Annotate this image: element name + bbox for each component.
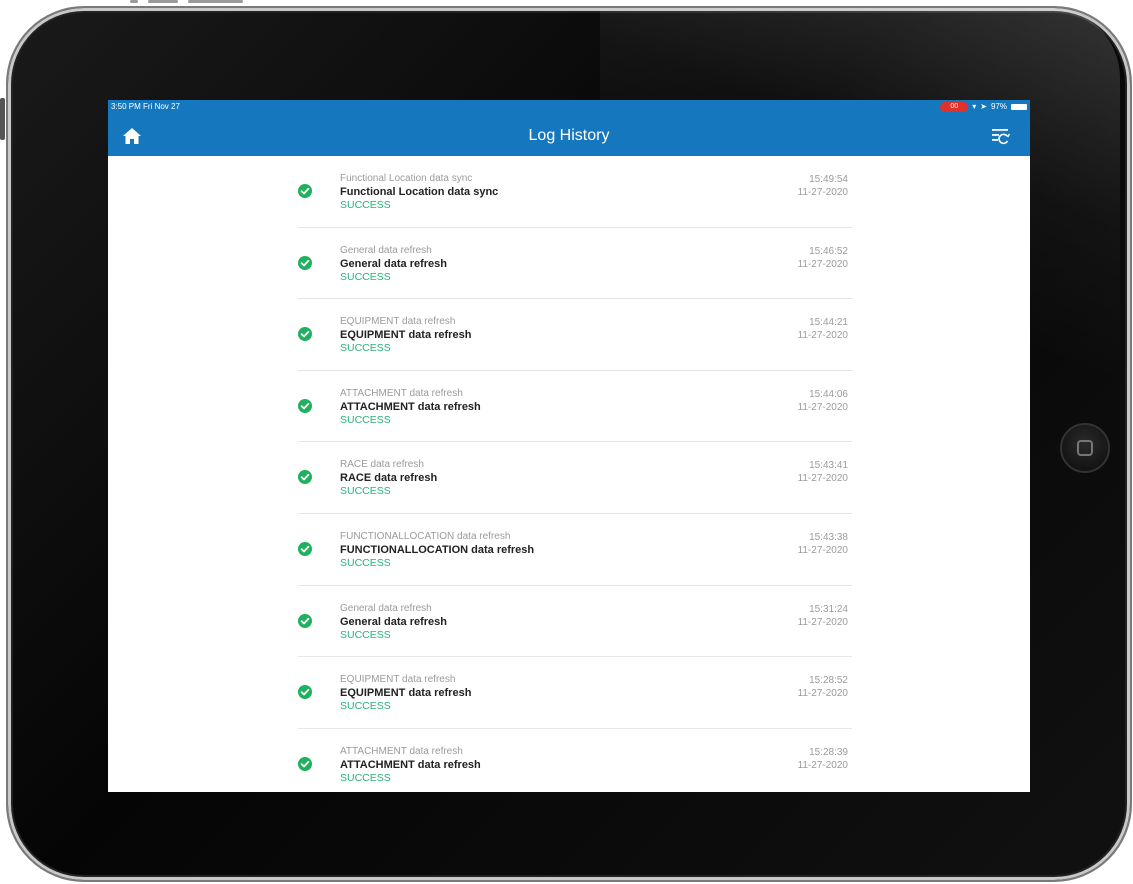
status-time: 3:50 PM Fri Nov 27 (111, 102, 180, 111)
log-entry[interactable]: ATTACHMENT data refresh ATTACHMENT data r… (298, 729, 852, 792)
log-timestamp: 15:43:38 11-27-2020 (798, 531, 848, 557)
success-check-icon (298, 184, 312, 198)
log-date: 11-27-2020 (797, 616, 848, 628)
status-indicators: 00 ▾ ➤ 97% (940, 101, 1027, 112)
log-title: ATTACHMENT data refresh (340, 400, 481, 413)
success-check-icon (298, 255, 312, 270)
log-entry[interactable]: EQUIPMENT data refresh EQUIPMENT data ref… (298, 299, 852, 371)
log-date: 11-27-2020 (797, 544, 848, 556)
log-subtitle: General data refresh (340, 602, 432, 614)
success-check-icon (298, 685, 312, 700)
log-date: 11-27-2020 (797, 688, 848, 700)
log-time: 15:28:52 (809, 675, 848, 687)
log-subtitle: Functional Location data sync (340, 173, 473, 184)
log-time: 15:44:06 (809, 388, 848, 400)
log-status: SUCCESS (340, 700, 391, 713)
wifi-icon: ▾ (972, 102, 977, 111)
log-timestamp: 15:49:54 11-27-2020 (798, 173, 848, 199)
log-texts: FUNCTIONALLOCATION data refresh FUNCTIONA… (340, 531, 534, 569)
log-subtitle: RACE data refresh (340, 459, 424, 471)
log-date: 11-27-2020 (797, 258, 848, 270)
volume-buttons (130, 0, 260, 8)
log-title: General data refresh (340, 257, 447, 270)
log-title: General data refresh (340, 615, 447, 628)
log-texts: ATTACHMENT data refresh ATTACHMENT data r… (340, 746, 481, 784)
success-check-icon (298, 756, 312, 771)
log-date: 11-27-2020 (797, 187, 848, 198)
log-subtitle: ATTACHMENT data refresh (340, 387, 463, 399)
log-timestamp: 15:31:24 11-27-2020 (798, 603, 848, 629)
log-texts: RACE data refresh RACE data refresh SUCCES… (340, 459, 437, 497)
log-time: 15:43:41 (809, 460, 848, 472)
log-timestamp: 15:28:39 11-27-2020 (798, 746, 848, 772)
log-timestamp: 15:44:06 11-27-2020 (798, 388, 848, 414)
recording-indicator: 00 (940, 101, 969, 112)
log-date: 11-27-2020 (797, 401, 848, 413)
log-timestamp: 15:43:41 11-27-2020 (798, 459, 848, 485)
log-date: 11-27-2020 (797, 330, 848, 342)
log-status: SUCCESS (340, 628, 391, 641)
log-date: 11-27-2020 (797, 759, 848, 771)
log-timestamp: 15:44:21 11-27-2020 (798, 316, 848, 342)
log-subtitle: General data refresh (340, 244, 432, 256)
success-check-icon (298, 327, 312, 342)
log-subtitle: FUNCTIONALLOCATION data refresh (340, 530, 511, 542)
log-title: EQUIPMENT data refresh (340, 687, 472, 700)
log-status: SUCCESS (340, 556, 391, 569)
hardware-home-button[interactable] (1060, 423, 1110, 473)
sync-filter-icon[interactable] (990, 125, 1012, 147)
log-texts: EQUIPMENT data refresh EQUIPMENT data ref… (340, 674, 471, 712)
status-bar: 3:50 PM Fri Nov 27 00 ▾ ➤ 97% (108, 100, 1030, 113)
log-status: SUCCESS (340, 342, 391, 355)
log-title: EQUIPMENT data refresh (340, 329, 472, 342)
log-time: 15:46:52 (809, 245, 848, 257)
log-texts: EQUIPMENT data refresh EQUIPMENT data ref… (340, 316, 471, 354)
log-time: 15:44:21 (809, 317, 848, 329)
log-title: FUNCTIONALLOCATION data refresh (340, 543, 535, 556)
battery-icon (1011, 103, 1027, 110)
log-entry[interactable]: General data refresh General data refresh… (298, 586, 852, 658)
log-entry[interactable]: RACE data refresh RACE data refresh SUCCES… (298, 442, 852, 514)
success-check-icon (298, 398, 312, 413)
log-timestamp: 15:28:52 11-27-2020 (798, 674, 848, 700)
log-timestamp: 15:46:52 11-27-2020 (798, 245, 848, 271)
location-icon: ➤ (980, 102, 987, 111)
log-status: SUCCESS (340, 485, 391, 498)
log-time: 15:28:39 (809, 746, 848, 758)
app-screen: 3:50 PM Fri Nov 27 00 ▾ ➤ 97% Log Histor… (108, 100, 1030, 792)
success-check-icon (298, 470, 312, 485)
log-texts: Functional Location data sync Functional … (340, 173, 498, 211)
log-date: 11-27-2020 (797, 473, 848, 485)
log-status: SUCCESS (340, 771, 391, 784)
log-subtitle: EQUIPMENT data refresh (340, 674, 456, 686)
log-entry[interactable]: General data refresh General data refresh… (298, 228, 852, 300)
log-texts: General data refresh General data refresh… (340, 603, 447, 641)
log-entry[interactable]: ATTACHMENT data refresh ATTACHMENT data r… (298, 371, 852, 443)
success-check-icon (298, 541, 312, 556)
log-entry[interactable]: Functional Location data sync Functional … (298, 156, 852, 228)
log-title: Functional Location data sync (340, 186, 499, 198)
side-switch (0, 98, 5, 140)
log-time: 15:49:54 (809, 174, 848, 185)
battery-percent: 97% (990, 102, 1007, 111)
page-title: Log History (528, 127, 610, 144)
log-subtitle: ATTACHMENT data refresh (340, 745, 463, 757)
log-texts: General data refresh General data refresh… (340, 245, 447, 283)
log-status: SUCCESS (340, 199, 391, 211)
log-title: ATTACHMENT data refresh (340, 758, 481, 771)
log-time: 15:43:38 (809, 531, 848, 543)
log-list: Functional Location data sync Functional … (298, 156, 852, 792)
success-check-icon (298, 613, 312, 628)
log-status: SUCCESS (340, 413, 391, 426)
log-title: RACE data refresh (340, 472, 438, 485)
log-entry[interactable]: FUNCTIONALLOCATION data refresh FUNCTIONA… (298, 514, 852, 586)
log-subtitle: EQUIPMENT data refresh (340, 316, 456, 328)
log-status: SUCCESS (340, 270, 391, 283)
log-texts: ATTACHMENT data refresh ATTACHMENT data r… (340, 388, 481, 426)
log-time: 15:31:24 (809, 603, 848, 615)
nav-bar: Log History (108, 113, 1030, 156)
log-entry[interactable]: EQUIPMENT data refresh EQUIPMENT data ref… (298, 657, 852, 729)
